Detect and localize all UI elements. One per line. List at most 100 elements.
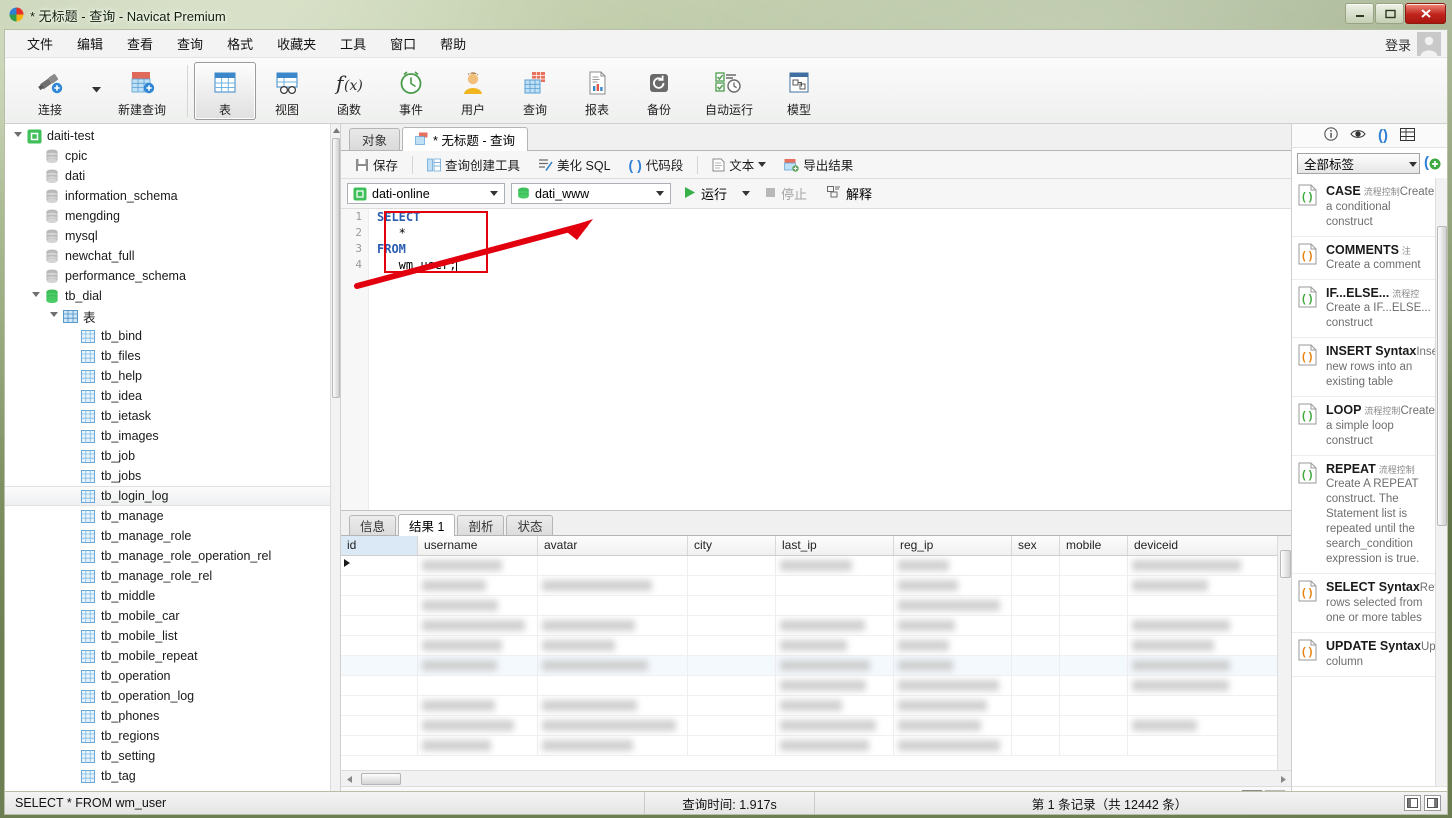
tree-node-mysql[interactable]: mysql: [5, 226, 330, 246]
table-cell-username[interactable]: [418, 716, 538, 736]
menu-window[interactable]: 窗口: [378, 30, 428, 57]
tree-node-newchat_full[interactable]: newchat_full: [5, 246, 330, 266]
result-grid[interactable]: id username avatar city last_ip reg_ip sex mobi…: [341, 536, 1291, 770]
editor-code[interactable]: SELECT * FROM wm_user;: [377, 209, 1291, 510]
snippet-item[interactable]: ( ) CASE 流程控制Create a conditional construc…: [1292, 178, 1447, 237]
table-cell-last_ip[interactable]: [776, 596, 894, 616]
snippet-scroll-thumb[interactable]: [1437, 226, 1447, 526]
column-header-sex[interactable]: sex: [1012, 536, 1060, 555]
table-cell-avatar[interactable]: [538, 636, 688, 656]
sql-editor[interactable]: 1 2 3 4 SELECT * FROM wm_user;: [341, 209, 1291, 510]
tab-objects[interactable]: 对象: [349, 128, 401, 150]
table-cell-mobile[interactable]: [1060, 556, 1128, 576]
tree-node-tb_phones[interactable]: tb_phones: [5, 706, 330, 726]
add-snippet-icon[interactable]: (: [1424, 153, 1442, 174]
table-cell-username[interactable]: [418, 616, 538, 636]
tree-node-performance_schema[interactable]: performance_schema: [5, 266, 330, 286]
toolbar-table[interactable]: 表: [194, 62, 256, 120]
login-label[interactable]: 登录: [1385, 35, 1411, 54]
tree-node-tb_manage_role_rel[interactable]: tb_manage_role_rel: [5, 566, 330, 586]
table-cell-mobile[interactable]: [1060, 636, 1128, 656]
table-cell-deviceid[interactable]: [1128, 616, 1283, 636]
table-panel-icon[interactable]: [1400, 127, 1415, 144]
table-cell-reg_ip[interactable]: [894, 616, 1012, 636]
tree-node-tb_operation_log[interactable]: tb_operation_log: [5, 686, 330, 706]
table-cell-deviceid[interactable]: [1128, 716, 1283, 736]
table-cell-id[interactable]: [341, 636, 418, 656]
table-row[interactable]: [341, 616, 1291, 636]
toolbar-backup[interactable]: 备份: [628, 62, 690, 120]
toolbar-view[interactable]: 视图: [256, 62, 318, 120]
table-cell-reg_ip[interactable]: [894, 696, 1012, 716]
tree-node-daiti-test[interactable]: daiti-test: [5, 126, 330, 146]
table-cell-reg_ip[interactable]: [894, 656, 1012, 676]
table-cell-mobile[interactable]: [1060, 576, 1128, 596]
menu-edit[interactable]: 编辑: [65, 30, 115, 57]
table-row[interactable]: [341, 716, 1291, 736]
code-icon[interactable]: (): [1378, 128, 1388, 143]
table-cell-reg_ip[interactable]: [894, 736, 1012, 756]
tree-node-tb_manage_role_operation_rel[interactable]: tb_manage_role_operation_rel: [5, 546, 330, 566]
table-cell-last_ip[interactable]: [776, 676, 894, 696]
table-cell-city[interactable]: [688, 656, 776, 676]
menu-tools[interactable]: 工具: [328, 30, 378, 57]
table-cell-city[interactable]: [688, 576, 776, 596]
table-cell-username[interactable]: [418, 736, 538, 756]
snippet-tag-select[interactable]: 全部标签: [1297, 152, 1420, 174]
snippet-list[interactable]: ( ) CASE 流程控制Create a conditional construc…: [1292, 178, 1447, 786]
tree-node-tb_operation[interactable]: tb_operation: [5, 666, 330, 686]
close-button[interactable]: [1405, 3, 1446, 24]
table-cell-mobile[interactable]: [1060, 696, 1128, 716]
table-cell-avatar[interactable]: [538, 556, 688, 576]
database-select[interactable]: dati_www: [511, 183, 671, 204]
snippet-item[interactable]: ( )SELECT SyntaxRetrieve rows selected f…: [1292, 574, 1447, 633]
tab-query[interactable]: * 无标题 - 查询: [402, 127, 528, 151]
table-cell-deviceid[interactable]: [1128, 736, 1283, 756]
table-cell-city[interactable]: [688, 616, 776, 636]
menu-query[interactable]: 查询: [165, 30, 215, 57]
toolbar-report[interactable]: 报表: [566, 62, 628, 120]
connection-caret-icon[interactable]: [486, 191, 502, 196]
menu-format[interactable]: 格式: [215, 30, 265, 57]
table-cell-avatar[interactable]: [538, 596, 688, 616]
table-cell-city[interactable]: [688, 736, 776, 756]
table-cell-username[interactable]: [418, 556, 538, 576]
table-cell-avatar[interactable]: [538, 616, 688, 636]
table-cell-id[interactable]: [341, 676, 418, 696]
table-cell-avatar[interactable]: [538, 736, 688, 756]
tree-node-tb_mobile_car[interactable]: tb_mobile_car: [5, 606, 330, 626]
table-cell-reg_ip[interactable]: [894, 556, 1012, 576]
table-cell-deviceid[interactable]: [1128, 656, 1283, 676]
table-row[interactable]: [341, 676, 1291, 696]
table-cell-city[interactable]: [688, 676, 776, 696]
toolbar-model[interactable]: 模型: [768, 62, 830, 120]
tree-node-[interactable]: 表: [5, 306, 330, 326]
column-header-mobile[interactable]: mobile: [1060, 536, 1128, 555]
code-line[interactable]: wm_user;: [377, 257, 1291, 273]
beautify-sql-button[interactable]: 美化 SQL: [530, 151, 619, 178]
table-cell-deviceid[interactable]: [1128, 636, 1283, 656]
table-cell-sex[interactable]: [1012, 596, 1060, 616]
code-line[interactable]: FROM: [377, 241, 1291, 257]
column-header-id[interactable]: id: [341, 536, 418, 555]
save-button[interactable]: 保存: [347, 151, 406, 178]
table-cell-mobile[interactable]: [1060, 676, 1128, 696]
toolbar-query[interactable]: 查询: [504, 62, 566, 120]
table-cell-reg_ip[interactable]: [894, 636, 1012, 656]
column-header-last_ip[interactable]: last_ip: [776, 536, 894, 555]
grid-vscroll-thumb[interactable]: [1280, 550, 1291, 578]
code-line[interactable]: SELECT: [377, 209, 1291, 225]
table-cell-username[interactable]: [418, 636, 538, 656]
tree-node-tb_jobs[interactable]: tb_jobs: [5, 466, 330, 486]
table-cell-deviceid[interactable]: [1128, 556, 1283, 576]
snippet-item[interactable]: ( )UPDATE SyntaxUpdates column: [1292, 633, 1447, 677]
tree-node-tb_tag[interactable]: tb_tag: [5, 766, 330, 786]
table-cell-deviceid[interactable]: [1128, 696, 1283, 716]
table-cell-id[interactable]: [341, 556, 418, 576]
table-cell-reg_ip[interactable]: [894, 676, 1012, 696]
table-cell-sex[interactable]: [1012, 556, 1060, 576]
table-cell-last_ip[interactable]: [776, 556, 894, 576]
tree-scroll-thumb[interactable]: [332, 138, 340, 398]
grid-scroll-right-arrow[interactable]: [1277, 774, 1289, 784]
table-cell-last_ip[interactable]: [776, 716, 894, 736]
